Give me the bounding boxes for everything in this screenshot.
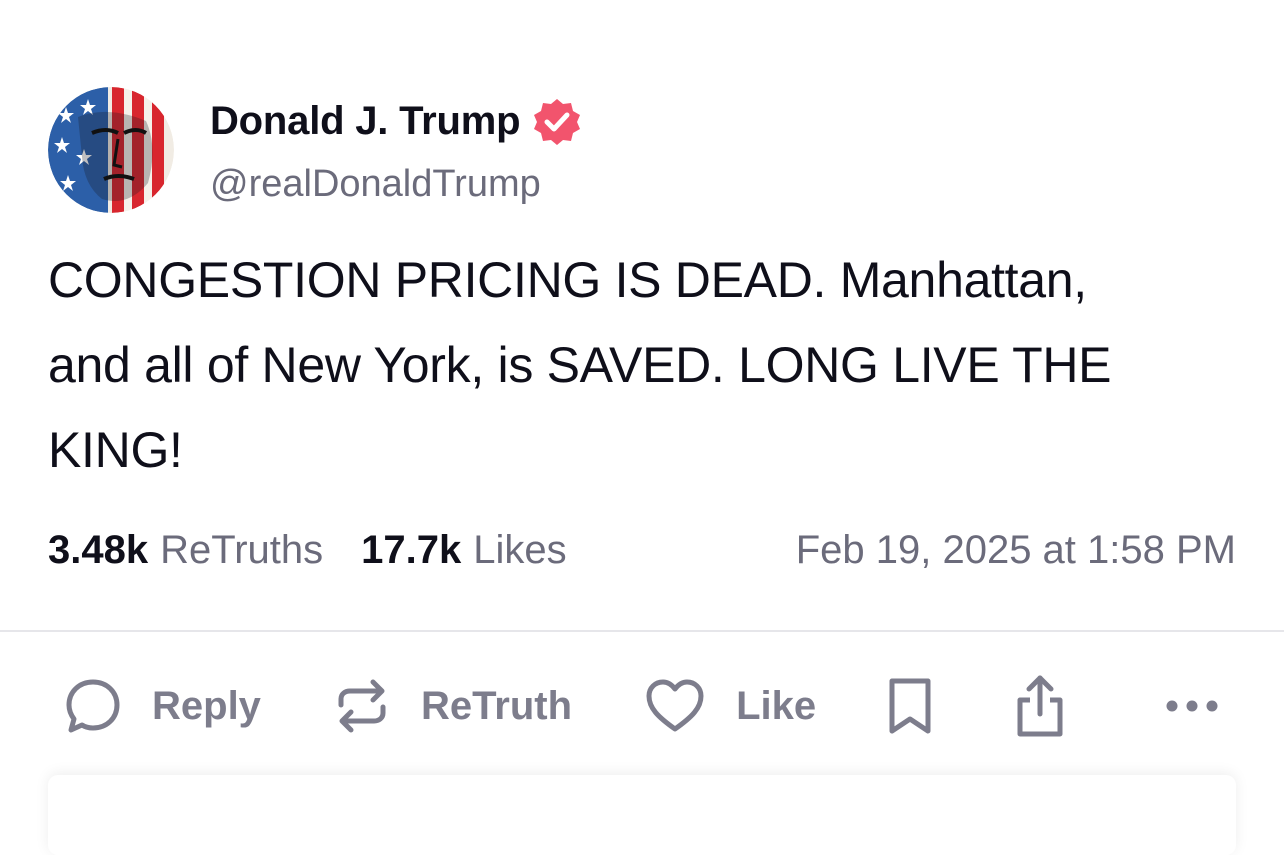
author-handle[interactable]: @realDonaldTrump <box>210 163 582 206</box>
verified-badge-icon <box>532 97 582 147</box>
post-text-line: KING! <box>48 422 183 478</box>
post-text-line: CONGESTION PRICING IS DEAD. Manhattan, <box>48 252 1087 308</box>
author-info: Donald J. Trump @realDonaldTrump <box>210 95 582 206</box>
retruths-label: ReTruths <box>160 527 324 572</box>
post-stats: 3.48k ReTruths 17.7k Likes Feb 19, 2025 … <box>48 520 1236 580</box>
share-icon <box>1012 674 1068 738</box>
share-button[interactable] <box>1012 674 1068 738</box>
divider <box>0 630 1284 632</box>
likes-stat[interactable]: 17.7k Likes <box>361 528 567 573</box>
post-card: Donald J. Trump @realDonaldTrump CONGEST… <box>0 0 1284 855</box>
reply-button[interactable]: Reply <box>64 677 261 735</box>
post-timestamp: Feb 19, 2025 at 1:58 PM <box>795 527 1236 572</box>
likes-label: Likes <box>473 527 567 572</box>
post-text-line: and all of New York, is SAVED. LONG LIVE… <box>48 337 1112 393</box>
next-post-card <box>48 775 1236 855</box>
name-row: Donald J. Trump <box>210 95 582 149</box>
reply-icon <box>64 677 122 735</box>
like-button[interactable]: Like <box>644 677 816 735</box>
more-button[interactable] <box>1164 696 1220 716</box>
avatar[interactable] <box>48 87 174 213</box>
retruths-stat[interactable]: 3.48k ReTruths <box>48 528 323 573</box>
post-body: CONGESTION PRICING IS DEAD. Manhattan, a… <box>48 238 1248 493</box>
more-icon <box>1164 696 1220 716</box>
retruth-icon <box>333 677 391 735</box>
author-display-name[interactable]: Donald J. Trump <box>210 99 521 144</box>
retruth-button[interactable]: ReTruth <box>333 677 572 735</box>
post-header: Donald J. Trump @realDonaldTrump <box>48 86 582 214</box>
like-label: Like <box>736 683 817 728</box>
reply-label: Reply <box>152 683 261 728</box>
bookmark-icon <box>886 675 934 737</box>
heart-icon <box>644 677 706 735</box>
likes-count: 17.7k <box>361 527 462 572</box>
bookmark-button[interactable] <box>886 675 934 737</box>
retruth-label: ReTruth <box>420 683 573 728</box>
action-bar: Reply ReTruth Like <box>64 672 1220 740</box>
retruths-count: 3.48k <box>48 527 149 572</box>
